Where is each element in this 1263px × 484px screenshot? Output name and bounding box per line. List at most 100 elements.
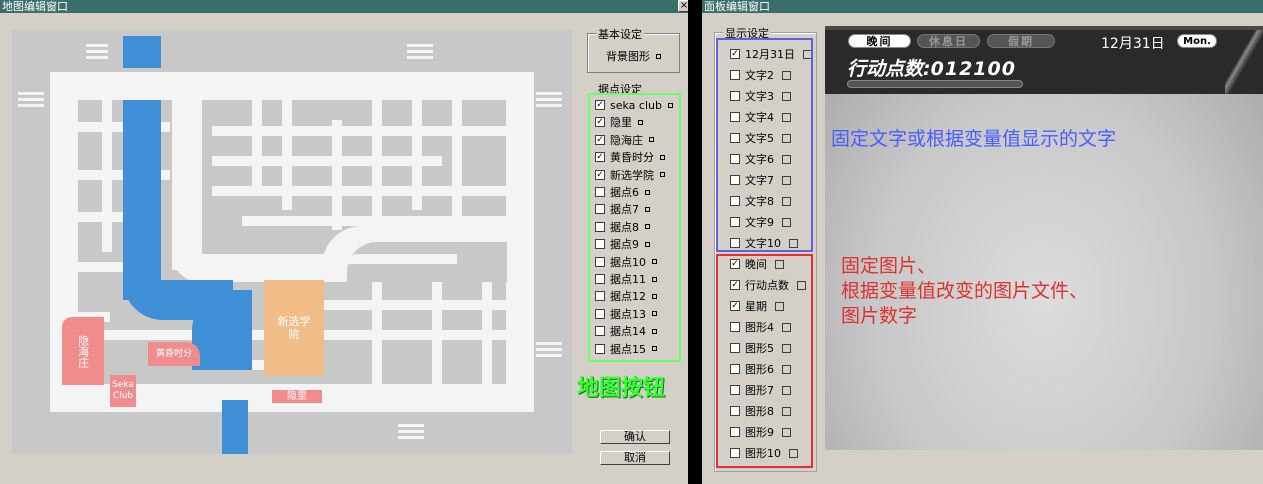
map-button-xinxuan[interactable]: 新选学院: [264, 280, 324, 376]
point-item-row[interactable]: 据点14: [595, 323, 657, 339]
point-item-checkbox[interactable]: [595, 221, 605, 232]
point-item-square-icon[interactable]: [645, 189, 650, 195]
text-item-square-icon[interactable]: [782, 175, 791, 185]
image-item-checkbox[interactable]: [730, 322, 740, 332]
image-item-row[interactable]: 图形7: [730, 382, 791, 398]
point-item-square-icon[interactable]: [652, 328, 657, 334]
image-item-checkbox[interactable]: [730, 427, 740, 437]
text-item-row[interactable]: ✓ 12月31日: [730, 46, 812, 62]
image-item-square-icon[interactable]: [782, 364, 791, 374]
point-item-row[interactable]: 据点7: [595, 201, 650, 217]
text-item-row[interactable]: 文字9: [730, 214, 791, 230]
point-item-square-icon[interactable]: [652, 346, 657, 352]
text-item-row[interactable]: 文字4: [730, 109, 791, 125]
text-item-checkbox[interactable]: [730, 133, 740, 143]
map-window-titlebar[interactable]: 地图编辑窗口: [0, 0, 688, 13]
image-item-row[interactable]: 图形4: [730, 319, 791, 335]
image-item-row[interactable]: 图形9: [730, 424, 791, 440]
point-item-row[interactable]: ✓ 隐海庄: [595, 132, 654, 148]
point-item-checkbox[interactable]: [595, 308, 605, 319]
text-item-row[interactable]: 文字2: [730, 67, 791, 83]
point-item-square-icon[interactable]: [652, 276, 657, 282]
text-item-row[interactable]: 文字10: [730, 235, 798, 251]
text-item-row[interactable]: 文字8: [730, 193, 791, 209]
image-item-row[interactable]: ✓ 星期: [730, 298, 784, 314]
image-item-checkbox[interactable]: [730, 385, 740, 395]
point-item-square-icon[interactable]: [645, 224, 650, 230]
point-item-row[interactable]: 据点9: [595, 236, 650, 252]
point-item-checkbox[interactable]: [595, 256, 605, 267]
point-item-row[interactable]: 据点15: [595, 341, 657, 357]
point-item-square-icon[interactable]: [652, 311, 657, 317]
text-item-checkbox[interactable]: [730, 112, 740, 122]
image-item-square-icon[interactable]: [775, 259, 784, 269]
point-item-row[interactable]: 据点13: [595, 306, 657, 322]
point-item-checkbox[interactable]: ✓: [595, 152, 605, 163]
text-item-checkbox[interactable]: [730, 175, 740, 185]
point-item-square-icon[interactable]: [660, 154, 665, 160]
image-item-checkbox[interactable]: ✓: [730, 301, 740, 311]
map-button-yinhaizhuang[interactable]: 隐海庄: [62, 317, 104, 385]
text-item-checkbox[interactable]: ✓: [730, 49, 740, 59]
point-item-square-icon[interactable]: [652, 259, 657, 265]
image-item-row[interactable]: 图形10: [730, 445, 798, 461]
point-item-square-icon[interactable]: [649, 137, 654, 143]
point-item-row[interactable]: ✓ seka club: [595, 97, 673, 113]
point-item-checkbox[interactable]: [595, 343, 605, 354]
text-item-square-icon[interactable]: [782, 217, 791, 227]
point-item-square-icon[interactable]: [667, 102, 673, 108]
image-item-square-icon[interactable]: [775, 301, 784, 311]
point-item-row[interactable]: 据点8: [595, 219, 650, 235]
image-item-square-icon[interactable]: [782, 322, 791, 332]
text-item-square-icon[interactable]: [782, 70, 791, 80]
text-item-row[interactable]: 文字3: [730, 88, 791, 104]
image-item-checkbox[interactable]: ✓: [730, 280, 740, 290]
point-item-square-icon[interactable]: [638, 119, 643, 125]
point-item-square-icon[interactable]: [645, 206, 650, 212]
image-item-square-icon[interactable]: [782, 427, 791, 437]
point-item-checkbox[interactable]: [595, 239, 605, 250]
point-item-checkbox[interactable]: [595, 291, 605, 302]
text-item-row[interactable]: 文字5: [730, 130, 791, 146]
image-item-row[interactable]: ✓ 行动点数: [730, 277, 806, 293]
text-item-square-icon[interactable]: [789, 238, 798, 248]
image-item-checkbox[interactable]: [730, 406, 740, 416]
point-item-square-icon[interactable]: [652, 293, 657, 299]
image-item-row[interactable]: 图形8: [730, 403, 791, 419]
point-item-row[interactable]: 据点11: [595, 271, 657, 287]
point-item-checkbox[interactable]: ✓: [595, 169, 605, 180]
point-item-checkbox[interactable]: [595, 204, 605, 215]
text-item-square-icon[interactable]: [782, 133, 791, 143]
text-item-square-icon[interactable]: [782, 91, 791, 101]
point-item-checkbox[interactable]: ✓: [595, 134, 605, 145]
tab-holiday[interactable]: 休息日: [917, 34, 980, 48]
point-item-row[interactable]: ✓ 黄昏时分: [595, 149, 665, 165]
point-item-square-icon[interactable]: [660, 172, 665, 178]
image-item-checkbox[interactable]: [730, 448, 740, 458]
close-icon[interactable]: ×: [678, 0, 688, 12]
point-item-checkbox[interactable]: [595, 187, 605, 197]
point-item-checkbox[interactable]: ✓: [595, 117, 605, 128]
point-item-square-icon[interactable]: [645, 241, 650, 247]
bg-image-square-icon[interactable]: [656, 53, 661, 59]
map-button-huanghun[interactable]: 黄昏时分: [148, 342, 200, 366]
ok-button[interactable]: 确认: [600, 430, 670, 444]
point-item-checkbox[interactable]: ✓: [595, 100, 605, 110]
text-item-checkbox[interactable]: [730, 70, 740, 80]
tab-vacation[interactable]: 假期: [987, 34, 1055, 48]
text-item-checkbox[interactable]: [730, 238, 740, 248]
tab-evening[interactable]: 晚间: [848, 34, 911, 48]
point-item-row[interactable]: 据点12: [595, 288, 657, 304]
image-item-checkbox[interactable]: ✓: [730, 259, 740, 269]
text-item-checkbox[interactable]: [730, 91, 740, 101]
map-button-yinli[interactable]: 隐里: [272, 390, 322, 403]
text-item-checkbox[interactable]: [730, 196, 740, 206]
panel-window-titlebar[interactable]: 面板编辑窗口: [702, 0, 1263, 13]
image-item-checkbox[interactable]: [730, 364, 740, 374]
text-item-square-icon[interactable]: [782, 154, 791, 164]
image-item-row[interactable]: 图形5: [730, 340, 791, 356]
text-item-square-icon[interactable]: [782, 112, 791, 122]
point-item-row[interactable]: ✓ 隐里: [595, 114, 643, 130]
cancel-button[interactable]: 取消: [600, 451, 670, 465]
image-item-square-icon[interactable]: [782, 385, 791, 395]
